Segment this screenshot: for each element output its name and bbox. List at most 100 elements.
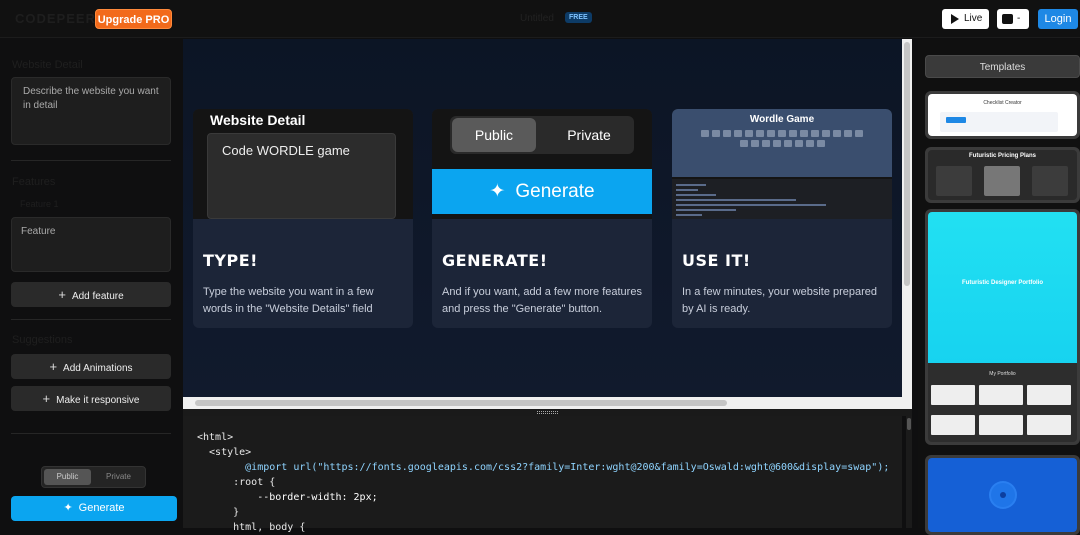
card-heading: GENERATE! [442, 251, 548, 270]
illustration-generate: ✦ Generate [432, 169, 652, 214]
illustration-public: Public [452, 118, 536, 152]
templates-header-button[interactable]: Templates [925, 55, 1080, 78]
illustration-keyboard [697, 130, 867, 147]
add-feature-label: Add feature [71, 291, 124, 302]
step-card-use: Wordle Game USE IT! In a few minutes, yo… [672, 109, 892, 328]
generate-button[interactable]: ✦ Generate [11, 496, 177, 521]
visibility-public-option[interactable]: Public [44, 469, 91, 485]
upgrade-pro-button[interactable]: Upgrade PRO [95, 9, 172, 29]
feature-1-label: Feature 1 [20, 199, 59, 209]
illustration-text: Code WORDLE game [222, 143, 350, 158]
template-thumb [936, 166, 972, 196]
template-thumb [931, 415, 975, 435]
template-thumb [1000, 492, 1006, 498]
card-heading: USE IT! [682, 251, 751, 270]
illustration-textbox: Code WORDLE game [207, 133, 396, 219]
share-label: - [1017, 13, 1021, 24]
live-label: Live [964, 13, 983, 24]
live-button[interactable]: Live [942, 9, 989, 29]
suggestion-add-animations-button[interactable]: + Add Animations [11, 354, 171, 379]
code-line: } [197, 507, 240, 518]
document-title[interactable]: Untitled [520, 13, 554, 24]
illustration-private: Private [567, 127, 611, 143]
feature-input[interactable]: Feature [11, 217, 171, 272]
illustration-wordle: Wordle Game [672, 109, 892, 177]
code-line: <html> [197, 432, 234, 443]
drag-handle-icon[interactable] [537, 411, 558, 414]
template-title: Futuristic Pricing Plans [968, 153, 1036, 159]
template-thumb [979, 415, 1023, 435]
sparkle-icon: ✦ [63, 502, 73, 514]
template-title: Checklist Creator [983, 100, 1022, 106]
card-illustration: Website Detail Code WORDLE game [193, 109, 413, 219]
website-detail-textarea[interactable]: Describe the website you want in detail [11, 77, 171, 145]
divider [11, 319, 171, 320]
illustration-title: Website Detail [210, 112, 306, 128]
code-scrollbar[interactable] [906, 416, 912, 528]
template-thumb [1032, 166, 1068, 196]
sparkle-icon: ✦ [489, 181, 506, 202]
illustration-title: Wordle Game [749, 114, 815, 125]
sidebar: Website Detail Describe the website you … [0, 39, 183, 528]
plus-icon: + [49, 359, 58, 374]
plus-icon: + [58, 287, 66, 302]
divider [11, 160, 171, 161]
add-feature-button[interactable]: + Add feature [11, 282, 171, 307]
template-thumb [1027, 415, 1071, 435]
template-thumb [979, 385, 1023, 405]
card-body: And if you want, add a few more features… [442, 286, 642, 315]
scrollbar-thumb[interactable] [904, 42, 910, 286]
code-line: <style> [197, 447, 252, 458]
play-icon [951, 14, 959, 24]
template-thumb [984, 166, 1020, 196]
preview-horizontal-scrollbar[interactable] [183, 397, 912, 409]
card-body: In a few minutes, your website prepared … [682, 286, 878, 315]
preview-frame: Website Detail Code WORDLE game TYPE! Ty… [183, 39, 902, 397]
template-thumb [931, 385, 975, 405]
step-card-type: Website Detail Code WORDLE game TYPE! Ty… [193, 109, 413, 328]
code-editor[interactable]: <html> <style> @import url("https://font… [183, 416, 902, 533]
generate-label: Generate [78, 502, 125, 514]
template-card[interactable] [925, 455, 1080, 535]
card-heading: TYPE! [203, 251, 258, 270]
top-bar: CODEPEER Upgrade PRO Untitled FREE Live … [0, 0, 1080, 38]
card-illustration: Wordle Game [672, 109, 892, 219]
suggestion-make-responsive-button[interactable]: + Make it responsive [11, 386, 171, 411]
template-card[interactable]: Futuristic Designer Portfolio My Portfol… [925, 209, 1080, 445]
template-title: Futuristic Designer Portfolio [961, 280, 1043, 286]
visibility-private-option[interactable]: Private [95, 469, 142, 485]
share-button[interactable]: - [997, 9, 1029, 29]
scrollbar-thumb[interactable] [907, 418, 911, 430]
plus-icon: + [42, 391, 51, 406]
visibility-toggle[interactable]: Public Private [41, 466, 146, 488]
template-thumb [928, 212, 1077, 363]
templates-panel: Templates Checklist Creator Futuristic P… [918, 39, 1080, 535]
divider [11, 433, 171, 434]
step-card-generate: Public Private ✦ Generate GENERATE! And i… [432, 109, 652, 328]
template-thumb [1027, 385, 1071, 405]
website-detail-label: Website Detail [12, 59, 83, 71]
suggestion-label: Add Animations [63, 363, 133, 374]
share-icon [1002, 14, 1013, 24]
suggestions-label: Suggestions [12, 334, 73, 346]
suggestion-label: Make it responsive [56, 395, 140, 406]
template-card[interactable]: Checklist Creator [925, 91, 1080, 139]
code-line: :root { [197, 477, 276, 488]
template-thumb-button [946, 117, 966, 123]
card-body: Type the website you want in a few words… [203, 286, 374, 315]
app-logo: CODEPEER [15, 11, 96, 26]
illustration-code [672, 179, 892, 219]
illustration-generate-label: Generate [515, 181, 595, 202]
plan-badge: FREE [565, 12, 592, 23]
login-button[interactable]: Login [1038, 9, 1078, 29]
scrollbar-thumb[interactable] [195, 400, 727, 406]
template-subtitle: My Portfolio [989, 371, 1016, 377]
code-line: --border-width: 2px; [197, 492, 378, 503]
features-label: Features [12, 176, 56, 188]
template-card[interactable]: Futuristic Pricing Plans [925, 147, 1080, 203]
preview-vertical-scrollbar[interactable] [902, 39, 912, 397]
preview-pane[interactable]: Website Detail Code WORDLE game TYPE! Ty… [183, 39, 902, 397]
code-line: @import url("https://fonts.googleapis.co… [197, 462, 890, 473]
card-illustration: Public Private ✦ Generate [432, 109, 652, 219]
pane-splitter[interactable] [183, 409, 912, 416]
